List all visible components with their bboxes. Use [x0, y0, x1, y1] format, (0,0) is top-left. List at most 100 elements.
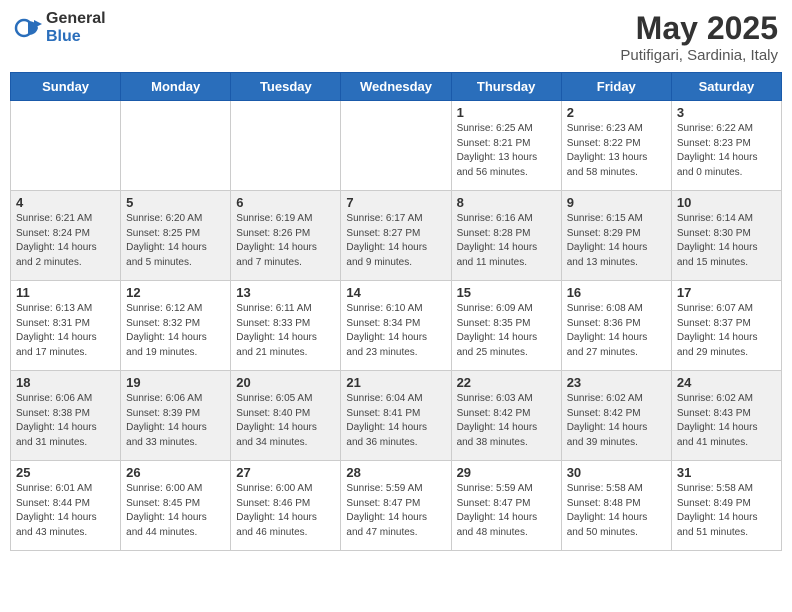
day-info: Sunrise: 5:59 AM Sunset: 8:47 PM Dayligh… — [346, 482, 445, 540]
calendar-cell — [341, 101, 451, 191]
day-info: Sunrise: 6:12 AM Sunset: 8:32 PM Dayligh… — [126, 302, 225, 360]
calendar-cell: 8 Sunrise: 6:16 AM Sunset: 8:28 PM Daylig… — [451, 191, 561, 281]
day-info: Sunrise: 5:58 AM Sunset: 8:48 PM Dayligh… — [567, 482, 666, 540]
day-number: 10 — [677, 195, 776, 210]
weekday-header-sunday: Sunday — [11, 73, 121, 101]
calendar-cell: 28 Sunrise: 5:59 AM Sunset: 8:47 PM Dayli… — [341, 461, 451, 551]
calendar-cell: 26Sunrise: 6:00 AM Sunset: 8:45 PM Dayli… — [121, 461, 231, 551]
day-info: Sunrise: 6:17 AM Sunset: 8:27 PM Dayligh… — [346, 212, 445, 270]
weekday-header-row: SundayMondayTuesdayWednesdayThursdayFrid… — [11, 73, 782, 101]
day-info: Sunrise: 6:01 AM Sunset: 8:44 PM Dayligh… — [16, 482, 115, 540]
calendar-cell: 12 Sunrise: 6:12 AM Sunset: 8:32 PM Dayli… — [121, 281, 231, 371]
calendar-cell: 5 Sunrise: 6:20 AM Sunset: 8:25 PM Daylig… — [121, 191, 231, 281]
calendar-cell: 30 Sunrise: 5:58 AM Sunset: 8:48 PM Dayli… — [561, 461, 671, 551]
calendar-cell: 31 Sunrise: 5:58 AM Sunset: 8:49 PM Dayli… — [671, 461, 781, 551]
day-info: Sunrise: 6:25 AM Sunset: 8:21 PM Dayligh… — [457, 122, 556, 180]
calendar-cell: 14Sunrise: 6:10 AM Sunset: 8:34 PM Dayli… — [341, 281, 451, 371]
day-info: Sunrise: 5:59 AM Sunset: 8:47 PM Dayligh… — [457, 482, 556, 540]
day-number: 1 — [457, 105, 556, 120]
calendar-cell: 16 Sunrise: 6:08 AM Sunset: 8:36 PM Dayli… — [561, 281, 671, 371]
calendar-cell: 24Sunrise: 6:02 AM Sunset: 8:43 PM Dayli… — [671, 371, 781, 461]
day-info: Sunrise: 6:23 AM Sunset: 8:22 PM Dayligh… — [567, 122, 666, 180]
logo-text: General Blue — [46, 10, 106, 45]
day-number: 22 — [457, 375, 556, 390]
logo: General Blue — [14, 10, 106, 45]
day-number: 12 — [126, 285, 225, 300]
calendar-cell: 10 Sunrise: 6:14 AM Sunset: 8:30 PM Dayli… — [671, 191, 781, 281]
day-info: Sunrise: 6:02 AM Sunset: 8:42 PM Dayligh… — [567, 392, 666, 450]
calendar-cell — [231, 101, 341, 191]
day-number: 2 — [567, 105, 666, 120]
day-number: 11 — [16, 285, 115, 300]
logo-general-text: General — [46, 10, 106, 28]
day-number: 20 — [236, 375, 335, 390]
day-info: Sunrise: 6:06 AM Sunset: 8:38 PM Dayligh… — [16, 392, 115, 450]
calendar-cell: 27Sunrise: 6:00 AM Sunset: 8:46 PM Dayli… — [231, 461, 341, 551]
day-info: Sunrise: 6:04 AM Sunset: 8:41 PM Dayligh… — [346, 392, 445, 450]
page-header: General Blue May 2025 Putifigari, Sardin… — [10, 10, 782, 64]
day-number: 8 — [457, 195, 556, 210]
weekday-header-thursday: Thursday — [451, 73, 561, 101]
day-info: Sunrise: 6:02 AM Sunset: 8:43 PM Dayligh… — [677, 392, 776, 450]
calendar-cell: 18 Sunrise: 6:06 AM Sunset: 8:38 PM Dayli… — [11, 371, 121, 461]
day-info: Sunrise: 6:21 AM Sunset: 8:24 PM Dayligh… — [16, 212, 115, 270]
day-info: Sunrise: 6:09 AM Sunset: 8:35 PM Dayligh… — [457, 302, 556, 360]
day-number: 13 — [236, 285, 335, 300]
location-subtitle: Putifigari, Sardinia, Italy — [620, 47, 778, 64]
day-info: Sunrise: 6:05 AM Sunset: 8:40 PM Dayligh… — [236, 392, 335, 450]
month-title: May 2025 — [620, 10, 778, 47]
calendar-cell: 1 Sunrise: 6:25 AM Sunset: 8:21 PM Daylig… — [451, 101, 561, 191]
calendar-cell: 17 Sunrise: 6:07 AM Sunset: 8:37 PM Dayli… — [671, 281, 781, 371]
calendar-cell: 21 Sunrise: 6:04 AM Sunset: 8:41 PM Dayli… — [341, 371, 451, 461]
day-number: 15 — [457, 285, 556, 300]
day-info: Sunrise: 6:10 AM Sunset: 8:34 PM Dayligh… — [346, 302, 445, 360]
day-number: 9 — [567, 195, 666, 210]
day-number: 5 — [126, 195, 225, 210]
day-number: 4 — [16, 195, 115, 210]
day-info: Sunrise: 6:22 AM Sunset: 8:23 PM Dayligh… — [677, 122, 776, 180]
calendar-cell: 2 Sunrise: 6:23 AM Sunset: 8:22 PM Daylig… — [561, 101, 671, 191]
calendar-cell: 23 Sunrise: 6:02 AM Sunset: 8:42 PM Dayli… — [561, 371, 671, 461]
day-number: 16 — [567, 285, 666, 300]
day-info: Sunrise: 6:00 AM Sunset: 8:46 PM Dayligh… — [236, 482, 335, 540]
calendar-cell: 7 Sunrise: 6:17 AM Sunset: 8:27 PM Daylig… — [341, 191, 451, 281]
weekday-header-tuesday: Tuesday — [231, 73, 341, 101]
calendar-cell: 19Sunrise: 6:06 AM Sunset: 8:39 PM Dayli… — [121, 371, 231, 461]
calendar-table: SundayMondayTuesdayWednesdayThursdayFrid… — [10, 72, 782, 551]
weekday-header-saturday: Saturday — [671, 73, 781, 101]
calendar-row-3: 11Sunrise: 6:13 AM Sunset: 8:31 PM Dayli… — [11, 281, 782, 371]
calendar-row-2: 4 Sunrise: 6:21 AM Sunset: 8:24 PM Daylig… — [11, 191, 782, 281]
calendar-cell: 9 Sunrise: 6:15 AM Sunset: 8:29 PM Daylig… — [561, 191, 671, 281]
calendar-cell: 3Sunrise: 6:22 AM Sunset: 8:23 PM Daylig… — [671, 101, 781, 191]
calendar-cell: 29Sunrise: 5:59 AM Sunset: 8:47 PM Dayli… — [451, 461, 561, 551]
day-number: 26 — [126, 465, 225, 480]
calendar-cell: 13Sunrise: 6:11 AM Sunset: 8:33 PM Dayli… — [231, 281, 341, 371]
day-number: 7 — [346, 195, 445, 210]
day-number: 18 — [16, 375, 115, 390]
calendar-cell: 20 Sunrise: 6:05 AM Sunset: 8:40 PM Dayli… — [231, 371, 341, 461]
day-number: 19 — [126, 375, 225, 390]
calendar-row-1: 1 Sunrise: 6:25 AM Sunset: 8:21 PM Daylig… — [11, 101, 782, 191]
weekday-header-monday: Monday — [121, 73, 231, 101]
weekday-header-wednesday: Wednesday — [341, 73, 451, 101]
weekday-header-friday: Friday — [561, 73, 671, 101]
day-number: 31 — [677, 465, 776, 480]
calendar-cell: 11Sunrise: 6:13 AM Sunset: 8:31 PM Dayli… — [11, 281, 121, 371]
day-number: 21 — [346, 375, 445, 390]
day-info: Sunrise: 6:08 AM Sunset: 8:36 PM Dayligh… — [567, 302, 666, 360]
calendar-row-5: 25 Sunrise: 6:01 AM Sunset: 8:44 PM Dayli… — [11, 461, 782, 551]
day-info: Sunrise: 6:19 AM Sunset: 8:26 PM Dayligh… — [236, 212, 335, 270]
day-number: 17 — [677, 285, 776, 300]
day-info: Sunrise: 5:58 AM Sunset: 8:49 PM Dayligh… — [677, 482, 776, 540]
day-info: Sunrise: 6:16 AM Sunset: 8:28 PM Dayligh… — [457, 212, 556, 270]
day-number: 23 — [567, 375, 666, 390]
day-info: Sunrise: 6:15 AM Sunset: 8:29 PM Dayligh… — [567, 212, 666, 270]
day-number: 30 — [567, 465, 666, 480]
day-number: 25 — [16, 465, 115, 480]
title-area: May 2025 Putifigari, Sardinia, Italy — [620, 10, 778, 64]
day-number: 28 — [346, 465, 445, 480]
day-info: Sunrise: 6:14 AM Sunset: 8:30 PM Dayligh… — [677, 212, 776, 270]
calendar-row-4: 18 Sunrise: 6:06 AM Sunset: 8:38 PM Dayli… — [11, 371, 782, 461]
day-info: Sunrise: 6:20 AM Sunset: 8:25 PM Dayligh… — [126, 212, 225, 270]
day-info: Sunrise: 6:07 AM Sunset: 8:37 PM Dayligh… — [677, 302, 776, 360]
